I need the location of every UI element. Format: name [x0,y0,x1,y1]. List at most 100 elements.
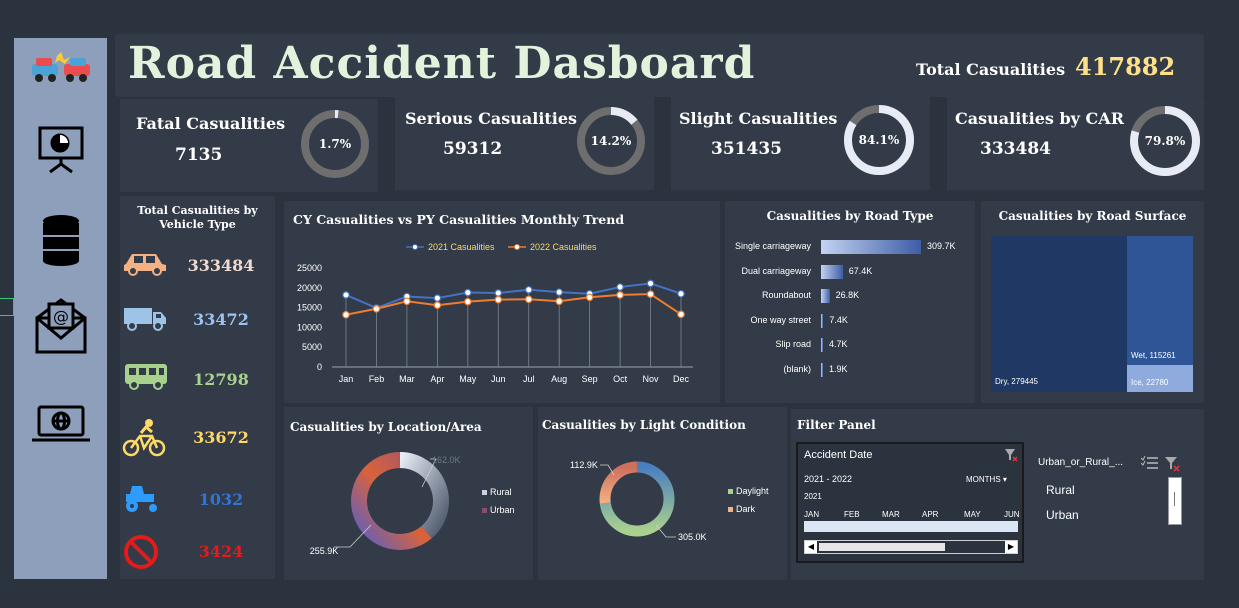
bar[interactable] [821,363,823,377]
kpi-value: 59312 [443,139,503,159]
laptop-icon[interactable] [14,404,107,444]
bar[interactable] [821,240,921,254]
data-point [646,279,655,288]
light-panel: Casualities by Light Condition Daylight D… [538,407,787,580]
bar[interactable] [821,264,843,279]
kpi-label: Casualities by CAR [955,109,1124,128]
data-label: 162.0K [432,455,461,465]
data-label: 112.9K [570,460,598,470]
scroll-right-icon[interactable]: ▶ [1005,541,1017,553]
kpi-label: Serious Casualities [405,109,578,128]
multiselect-icon[interactable] [1141,456,1159,470]
x-tick-label: Aug [551,374,567,384]
kpi-ring: 84.1% [844,105,914,175]
road-surface-title: Casualities by Road Surface [998,209,1187,223]
treemap-dry-label: Dry, 279445 [995,377,1038,386]
month-label: FEB [844,510,860,519]
month-label: MAR [882,510,900,519]
scroll-left-icon[interactable]: ◀ [805,541,817,553]
van-icon [124,308,166,331]
database-icon[interactable] [14,214,107,266]
data-point [616,291,624,299]
bar[interactable] [821,338,823,353]
vehicle-row-tractor: 1032 [120,480,275,520]
slicer-item-urban[interactable]: Urban [1046,508,1079,522]
vehicle-value: 12798 [193,370,249,389]
vehicle-row-van: 33472 [120,300,275,340]
kpi-label: Fatal Casualities [136,114,286,133]
treemap-ice[interactable]: Ice, 22780 [1127,365,1193,392]
bar-label: Dual carriageway [741,265,811,276]
legend-marker [514,244,520,250]
road-type-chart: Single carriageway 309.7K Dual carriageway… [725,237,975,387]
x-tick-label: Jun [491,374,506,384]
data-point [555,297,563,306]
data-point [433,301,442,310]
x-tick-label: Oct [613,374,628,384]
x-tick-label: Jul [523,374,535,384]
legend-swatch [482,490,487,495]
legend-swatch [728,507,733,512]
location-panel: Casualities by Location/Area Rural Urban 1… [284,407,533,580]
y-tick-label: 0 [317,362,322,372]
filter-title: Filter Panel [797,418,876,432]
vehicle-panel: Total Casualities by Vehicle Type 333484… [120,196,275,579]
total-value: 417882 [1075,52,1176,81]
data-point [464,288,472,297]
bar-label: One way street [750,314,811,325]
bar[interactable] [821,289,830,304]
timeline-scrollbar[interactable]: ◀ ▶ [804,540,1018,554]
vehicle-title-line1: Total Casualities by [137,204,258,217]
timeline-months[interactable]: JAN FEB MAR APR MAY JUN [804,502,1020,532]
kpi-pct: 79.8% [1145,134,1186,148]
timeline-level-label: MONTHS [966,475,1001,484]
y-tick-label: 5000 [302,342,322,352]
data-point [342,291,350,299]
data-point [524,285,533,294]
data-point [555,288,563,296]
date-title: Accident Date [804,449,873,461]
clear-filter-icon[interactable] [1004,448,1018,462]
data-label: 255.9K [310,546,339,556]
email-icon[interactable]: @ [14,294,107,356]
vehicle-title: Total Casualities by Vehicle Type [120,204,275,232]
x-tick-label: Apr [430,374,444,384]
page-title: Road Accident Dasboard [128,38,756,89]
data-point [677,289,685,298]
header: Road Accident Dasboard Total Casualities… [115,34,1204,97]
bar-value-label: 4.7K [829,339,848,350]
donut-slice [399,452,449,539]
data-point [494,295,503,304]
legend-label: Rural [490,487,512,497]
treemap-wet[interactable]: Wet, 115261 [1127,236,1193,365]
bar-value-label: 309.7K [927,241,956,251]
road-type-title: Casualities by Road Type [766,209,934,223]
trend-panel: CY Casualities vs PY Casualities Monthly… [284,201,720,403]
data-point [646,290,655,298]
bar-label: Single carriageway [734,241,811,251]
vehicle-value: 33672 [193,428,249,447]
slicer-item-rural[interactable]: Rural [1046,483,1075,497]
chevron-down-icon: ▾ [1002,475,1007,484]
bar-label: (blank) [783,364,811,374]
scroll-thumb[interactable] [819,543,945,551]
slicer-scrollbar[interactable] [1168,477,1182,525]
bar[interactable] [821,313,824,328]
presentation-icon[interactable] [14,124,107,174]
urban-slicer-title: Urban_or_Rural_... [1038,457,1124,468]
timeline-selection-bar[interactable] [804,521,1018,532]
treemap-wet-label: Wet, 115261 [1131,351,1176,360]
data-point [433,294,442,302]
legend-label: Dark [736,504,756,514]
month-label: APR [922,510,939,519]
vehicle-row-other: 3424 [120,532,275,572]
kpi-pct: 14.2% [591,134,632,148]
scroll-grip [1174,492,1175,506]
data-label: 305.0K [678,532,707,542]
clear-filter-icon[interactable] [1164,456,1180,472]
treemap-dry[interactable]: Dry, 279445 [991,236,1127,392]
selection-marker [0,298,14,316]
car-crash-icon[interactable] [14,48,107,88]
timeline-level-select[interactable]: MONTHS ▾ [966,475,1007,484]
prohibited-icon [124,535,158,569]
